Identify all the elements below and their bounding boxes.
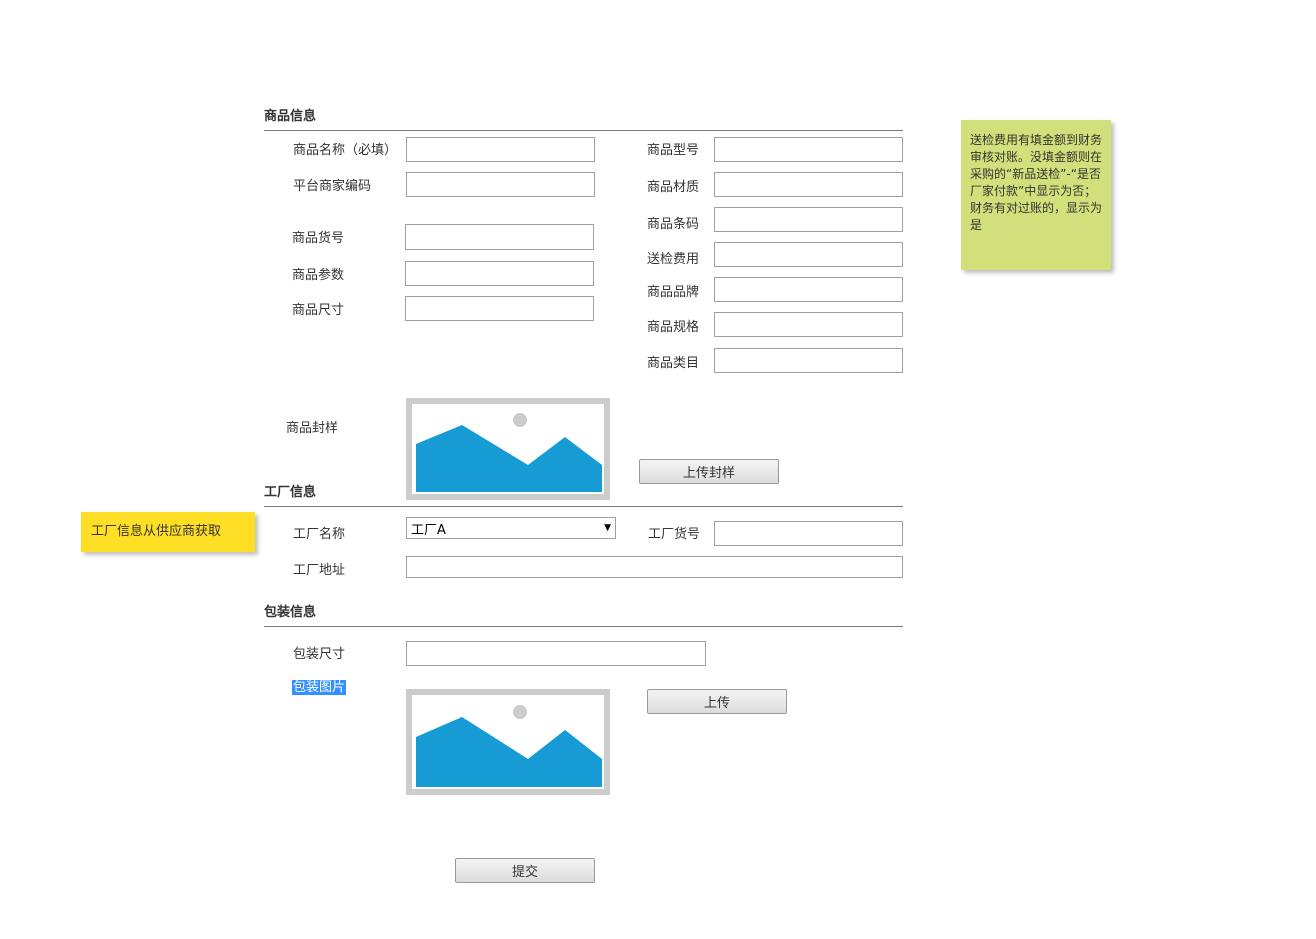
product-size-label: 商品尺寸 [292,303,345,318]
product-model-input[interactable] [714,137,903,162]
platform-merchant-code-input[interactable] [406,172,595,197]
product-barcode-label: 商品条码 [647,217,700,232]
product-section-divider [264,130,903,131]
product-name-label: 商品名称（必填） [293,143,398,158]
factory-note: 工厂信息从供应商获取 [81,512,255,552]
upload-packaging-button[interactable]: 上传 [647,689,787,714]
finance-note-text: 送检费用有填金额到财务审核对账。没填金额则在采购的“新品送检”-“是否厂家付款”… [970,133,1103,232]
factory-address-label: 工厂地址 [293,563,346,578]
factory-sku-label: 工厂货号 [648,527,701,542]
product-material-input[interactable] [714,172,903,197]
upload-sample-button[interactable]: 上传封样 [639,459,779,484]
factory-section-divider [264,506,903,507]
image-placeholder-icon [416,705,602,787]
product-spec-input[interactable] [714,312,903,337]
product-size-input[interactable] [405,296,594,321]
packaging-image-label: 包装图片 [292,679,347,697]
product-brand-label: 商品品牌 [647,285,700,300]
factory-address-input[interactable] [406,556,903,578]
factory-section-title: 工厂信息 [264,485,317,500]
packaging-image-label-text: 包装图片 [292,680,347,695]
submit-button[interactable]: 提交 [455,858,595,883]
image-placeholder-icon [416,413,602,492]
factory-sku-input[interactable] [714,521,903,546]
product-name-input[interactable] [406,137,595,162]
product-sample-image [406,398,610,500]
factory-name-value: 工厂A [411,522,446,538]
finance-note: 送检费用有填金额到财务审核对账。没填金额则在采购的“新品送检”-“是否厂家付款”… [961,120,1111,270]
packaging-image [406,689,610,795]
product-params-label: 商品参数 [292,268,345,283]
packaging-section-divider [264,626,903,627]
product-params-input[interactable] [405,261,594,286]
product-section-title: 商品信息 [264,109,317,124]
product-spec-label: 商品规格 [647,320,700,335]
product-model-label: 商品型号 [647,143,700,158]
product-material-label: 商品材质 [647,180,700,195]
inspection-fee-input[interactable] [714,242,903,267]
chevron-down-icon: ▼ [604,523,611,533]
packaging-section-title: 包装信息 [264,605,317,620]
packaging-size-label: 包装尺寸 [293,647,346,662]
product-sku-label: 商品货号 [292,231,345,246]
factory-note-text: 工厂信息从供应商获取 [91,524,222,539]
product-category-label: 商品类目 [647,356,700,371]
platform-merchant-code-label: 平台商家编码 [293,179,372,194]
product-category-input[interactable] [714,348,903,373]
factory-name-select[interactable]: 工厂A ▼ [406,517,616,539]
factory-name-label: 工厂名称 [293,527,346,542]
inspection-fee-label: 送检费用 [647,252,700,267]
product-barcode-input[interactable] [714,207,903,232]
product-brand-input[interactable] [714,277,903,302]
packaging-size-input[interactable] [406,641,706,666]
product-sample-label: 商品封样 [286,421,339,436]
product-sku-input[interactable] [405,224,594,250]
